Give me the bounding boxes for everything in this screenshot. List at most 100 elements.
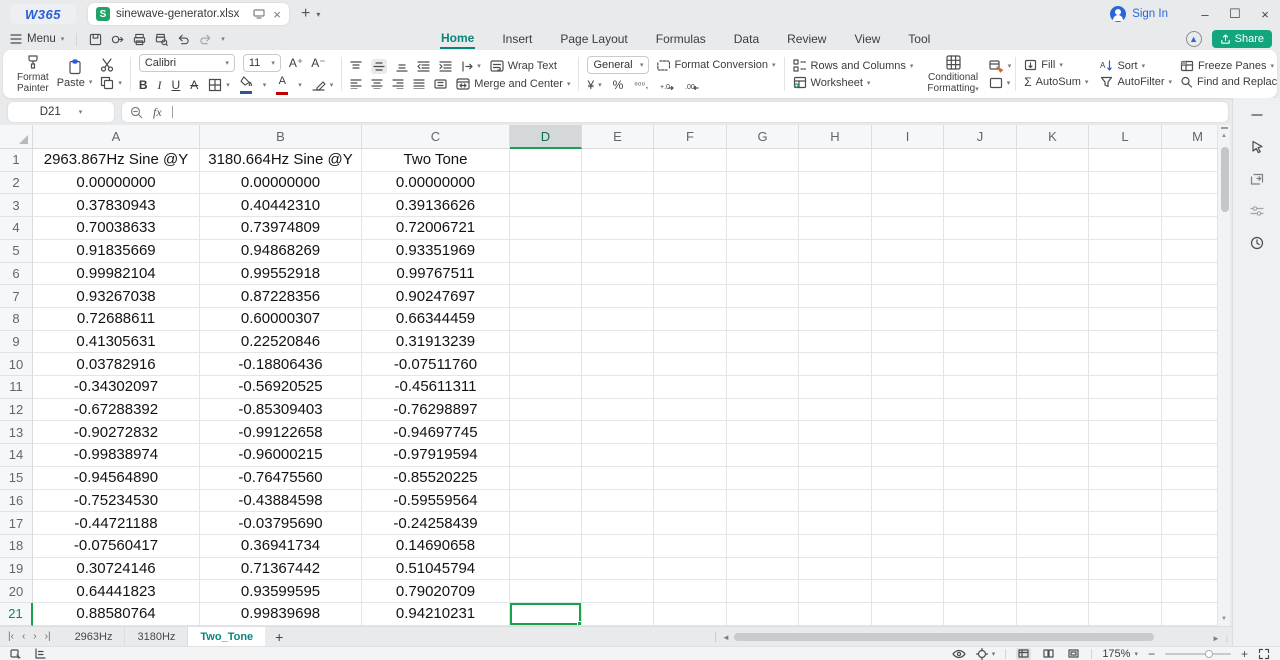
cell-I5[interactable] <box>872 240 944 263</box>
cell-M3[interactable] <box>1162 194 1217 217</box>
cell-K17[interactable] <box>1017 512 1089 535</box>
cell-J7[interactable] <box>944 285 1017 308</box>
cell-F11[interactable] <box>654 376 727 399</box>
cell-E7[interactable] <box>582 285 654 308</box>
increase-decimal-icon[interactable]: +.0 <box>660 80 674 91</box>
cell-H18[interactable] <box>799 535 872 558</box>
cell-A6[interactable]: 0.99982104 <box>33 263 200 286</box>
cell-J4[interactable] <box>944 217 1017 240</box>
cell-K11[interactable] <box>1017 376 1089 399</box>
cell-I7[interactable] <box>872 285 944 308</box>
cell-G10[interactable] <box>727 353 799 376</box>
font-size-select[interactable]: 11▾ <box>243 54 281 72</box>
cell-H3[interactable] <box>799 194 872 217</box>
cell-L6[interactable] <box>1089 263 1162 286</box>
cell-M11[interactable] <box>1162 376 1217 399</box>
cell-M13[interactable] <box>1162 421 1217 444</box>
split-handle[interactable] <box>1221 127 1228 129</box>
cell-L13[interactable] <box>1089 421 1162 444</box>
column-header-C[interactable]: C <box>362 125 510 149</box>
cell-G19[interactable] <box>727 558 799 581</box>
new-tab-button[interactable]: + <box>301 5 310 23</box>
cell-I15[interactable] <box>872 467 944 490</box>
cell-B8[interactable]: 0.60000307 <box>200 308 362 331</box>
cell-G3[interactable] <box>727 194 799 217</box>
cell-D5[interactable] <box>510 240 582 263</box>
cell-G8[interactable] <box>727 308 799 331</box>
cell-K10[interactable] <box>1017 353 1089 376</box>
cell-E12[interactable] <box>582 399 654 422</box>
page-break-view-icon[interactable] <box>1066 648 1081 660</box>
cell-E16[interactable] <box>582 490 654 513</box>
cell-D8[interactable] <box>510 308 582 331</box>
cell-E21[interactable] <box>582 603 654 626</box>
cell-K1[interactable] <box>1017 149 1089 172</box>
align-left-icon[interactable] <box>350 79 362 89</box>
cell-J16[interactable] <box>944 490 1017 513</box>
align-top-icon[interactable] <box>350 61 362 72</box>
cell-K18[interactable] <box>1017 535 1089 558</box>
cell-H11[interactable] <box>799 376 872 399</box>
copy-button[interactable]: ▾ <box>100 76 122 90</box>
cell-A14[interactable]: -0.99838974 <box>33 444 200 467</box>
cell-M18[interactable] <box>1162 535 1217 558</box>
row-header-18[interactable]: 18 <box>0 535 33 558</box>
cell-L16[interactable] <box>1089 490 1162 513</box>
cell-B4[interactable]: 0.73974809 <box>200 217 362 240</box>
cell-mode-icon[interactable] <box>10 648 22 659</box>
column-header-A[interactable]: A <box>33 125 200 149</box>
cell-E5[interactable] <box>582 240 654 263</box>
cell-B5[interactable]: 0.94868269 <box>200 240 362 263</box>
cell-D20[interactable] <box>510 580 582 603</box>
column-header-L[interactable]: L <box>1089 125 1162 149</box>
rows-and-columns-button[interactable]: Rows and Columns▾ <box>793 59 914 72</box>
row-header-1[interactable]: 1 <box>0 149 33 172</box>
clear-format-button[interactable]: ▾ <box>312 79 334 91</box>
app-logo[interactable]: W365 <box>10 4 76 24</box>
cell-F2[interactable] <box>654 172 727 195</box>
font-name-select[interactable]: Calibri▾ <box>139 54 235 72</box>
align-center-icon[interactable] <box>371 79 383 89</box>
tab-insert[interactable]: Insert <box>501 30 533 48</box>
column-header-H[interactable]: H <box>799 125 872 149</box>
cell-B3[interactable]: 0.40442310 <box>200 194 362 217</box>
sheet-tab-Two_Tone[interactable]: Two_Tone <box>188 627 265 647</box>
decrease-decimal-icon[interactable]: .00 <box>685 80 699 91</box>
cell-G18[interactable] <box>727 535 799 558</box>
cell-M6[interactable] <box>1162 263 1217 286</box>
tab-formulas[interactable]: Formulas <box>655 30 707 48</box>
cell-M1[interactable] <box>1162 149 1217 172</box>
cell-H6[interactable] <box>799 263 872 286</box>
distributed-icon[interactable] <box>434 79 447 89</box>
add-sheet-button[interactable]: + <box>275 629 283 645</box>
qat-chevron-icon[interactable]: ▾ <box>221 35 225 43</box>
horizontal-scrollbar[interactable]: ◄ <box>715 631 1215 643</box>
cell-E11[interactable] <box>582 376 654 399</box>
cell-K19[interactable] <box>1017 558 1089 581</box>
tab-list-chevron-icon[interactable]: ▾ <box>316 10 320 19</box>
cell-B7[interactable]: 0.87228356 <box>200 285 362 308</box>
cell-M15[interactable] <box>1162 467 1217 490</box>
tab-review[interactable]: Review <box>786 30 827 48</box>
cell-H19[interactable] <box>799 558 872 581</box>
increase-indent-icon[interactable] <box>439 61 452 72</box>
cell-H4[interactable] <box>799 217 872 240</box>
cell-D2[interactable] <box>510 172 582 195</box>
first-sheet-icon[interactable]: |‹ <box>8 631 14 642</box>
cell-B18[interactable]: 0.36941734 <box>200 535 362 558</box>
cell-J10[interactable] <box>944 353 1017 376</box>
next-sheet-icon[interactable]: › <box>33 631 36 642</box>
cell-A4[interactable]: 0.70038633 <box>33 217 200 240</box>
cell-B13[interactable]: -0.99122658 <box>200 421 362 444</box>
print-icon[interactable] <box>133 33 146 46</box>
adjustments-icon[interactable] <box>1248 202 1266 220</box>
cell-A5[interactable]: 0.91835669 <box>33 240 200 263</box>
cell-A15[interactable]: -0.94564890 <box>33 467 200 490</box>
cell-A2[interactable]: 0.00000000 <box>33 172 200 195</box>
wrap-text-button[interactable]: Wrap Text <box>490 60 557 72</box>
text-orientation-button[interactable]: ▾ <box>461 61 481 72</box>
cell-F21[interactable] <box>654 603 727 626</box>
cell-G16[interactable] <box>727 490 799 513</box>
align-right-icon[interactable] <box>392 79 404 89</box>
cell-I6[interactable] <box>872 263 944 286</box>
